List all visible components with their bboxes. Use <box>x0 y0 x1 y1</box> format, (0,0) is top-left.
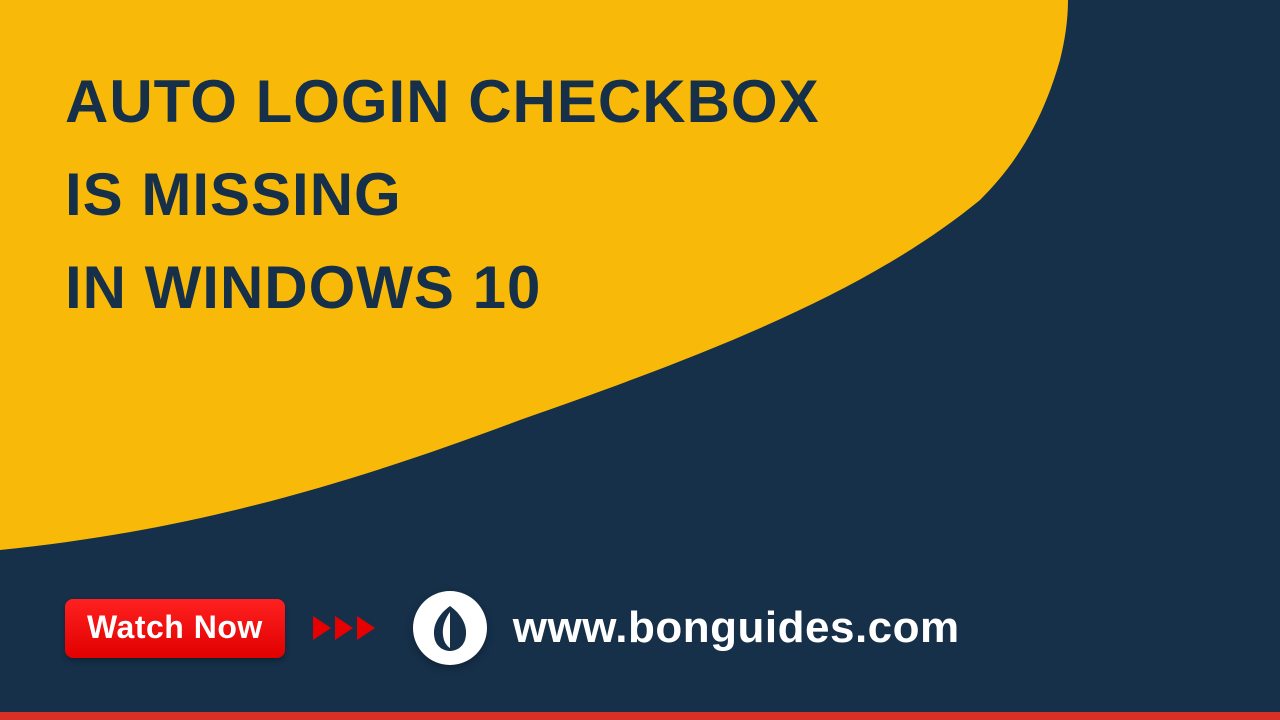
arrow-icon <box>313 616 331 640</box>
bottom-red-border <box>0 712 1280 720</box>
arrow-icons <box>313 616 375 640</box>
arrow-icon <box>335 616 353 640</box>
title-line-3: IN WINDOWS 10 <box>65 241 820 334</box>
site-url: www.bonguides.com <box>513 603 960 653</box>
footer-bar: Watch Now www.bonguides.com <box>65 591 960 665</box>
leaf-icon <box>429 604 471 652</box>
arrow-icon <box>357 616 375 640</box>
bonguides-logo <box>413 591 487 665</box>
title-block: AUTO LOGIN CHECKBOX IS MISSING IN WINDOW… <box>65 55 820 334</box>
title-line-2: IS MISSING <box>65 148 820 241</box>
title-line-1: AUTO LOGIN CHECKBOX <box>65 55 820 148</box>
watch-now-button[interactable]: Watch Now <box>65 599 285 658</box>
